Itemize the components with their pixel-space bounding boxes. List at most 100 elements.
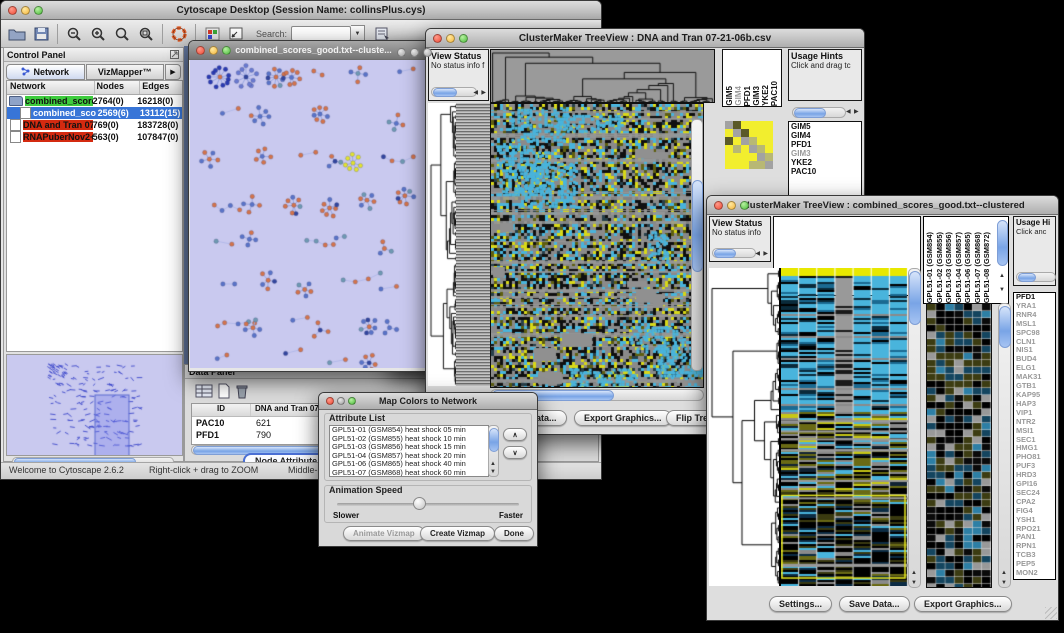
tab-more-button[interactable]: ▶ — [165, 64, 181, 80]
tv1-summary-matrix[interactable] — [725, 121, 773, 169]
scroll-down-icon[interactable]: ▼ — [1001, 579, 1007, 587]
move-up-button[interactable]: ∧ — [503, 428, 527, 441]
main-titlebar[interactable]: Cytoscape Desktop (Session Name: collins… — [1, 1, 601, 20]
close-icon[interactable] — [196, 46, 205, 55]
zoom-window-icon[interactable] — [34, 6, 43, 15]
tv1-gene-label[interactable]: GIM5 — [789, 122, 861, 131]
scroll-right-icon[interactable]: ▶ — [481, 89, 486, 97]
close-icon[interactable] — [433, 34, 442, 43]
network-row[interactable]: RNAPuberNov2+563(0)107847(0) — [7, 131, 182, 143]
close-icon[interactable] — [326, 397, 334, 405]
attribute-list-item[interactable]: GPL51-07 (GSM868) heat shock 60 min — [330, 469, 488, 477]
scroll-up-icon[interactable]: ▲ — [490, 460, 496, 468]
tv1-column-dendrogram[interactable] — [490, 49, 715, 103]
delete-attribute-icon[interactable] — [235, 383, 249, 404]
treeview2-titlebar[interactable]: ClusterMaker TreeView : combined_scores_… — [707, 196, 1058, 215]
scroll-up-icon[interactable]: ▲ — [1001, 569, 1007, 577]
tv1-gene-label[interactable]: GIM4 — [789, 131, 861, 140]
tv1-status-scrollbar[interactable] — [431, 87, 477, 97]
tv2-gene-list[interactable]: PFD1YRA1RNR4MSL1SPC98CLN1NIS1BUD4ELG1MAK… — [1013, 292, 1056, 580]
zoom-window-icon[interactable] — [740, 201, 749, 210]
tv2-labels-vscrollbar[interactable] — [997, 220, 1008, 266]
zoom-window-icon[interactable] — [459, 34, 468, 43]
tv2-export-graphics-button[interactable]: Export Graphics... — [914, 596, 1012, 612]
scroll-left-icon[interactable]: ◀ — [473, 89, 478, 97]
save-icon[interactable] — [29, 23, 53, 45]
scroll-up-icon[interactable]: ▲ — [911, 569, 917, 577]
zoom-window-icon[interactable] — [423, 48, 432, 57]
tv1-gene-label[interactable]: YKE2 — [789, 158, 861, 167]
speed-slider-track[interactable] — [337, 503, 519, 506]
open-folder-icon[interactable] — [5, 23, 29, 45]
scroll-right-icon[interactable]: ▶ — [854, 108, 859, 116]
network-overview-canvas[interactable] — [6, 354, 183, 456]
network-view-canvas[interactable] — [190, 60, 435, 368]
scroll-left-icon[interactable]: ◀ — [755, 250, 760, 258]
tv1-heatmap[interactable] — [490, 103, 704, 388]
minimize-icon[interactable] — [337, 397, 345, 405]
minimize-icon[interactable] — [727, 201, 736, 210]
done-button[interactable]: Done — [494, 526, 534, 541]
tv2-settings-button[interactable]: Settings... — [769, 596, 832, 612]
zoom-out-icon[interactable] — [62, 23, 86, 45]
treeview1-titlebar[interactable]: ClusterMaker TreeView : DNA and Tran 07-… — [426, 29, 864, 48]
network-row[interactable]: combined_scores2764(0)16218(0) — [7, 95, 182, 107]
zoom-window-icon[interactable] — [348, 397, 356, 405]
create-vizmap-button[interactable]: Create Vizmap — [420, 526, 495, 541]
scroll-down-icon[interactable]: ▼ — [911, 579, 917, 587]
tv1-row-dendrogram[interactable] — [428, 103, 456, 386]
tv2-heatmap-vscrollbar[interactable]: ▲ ▼ — [908, 268, 921, 588]
close-icon[interactable] — [8, 6, 17, 15]
tv2-gene-label[interactable]: MON2 — [1014, 569, 1055, 578]
tv1-gene-label[interactable]: PFD1 — [789, 140, 861, 149]
close-icon[interactable] — [397, 48, 406, 57]
search-input[interactable] — [291, 26, 351, 41]
attribute-select-icon[interactable] — [195, 383, 213, 404]
zoom-window-icon[interactable] — [222, 46, 231, 55]
window-controls[interactable] — [8, 6, 43, 15]
tv2-heatmap[interactable] — [779, 268, 908, 586]
close-icon[interactable] — [714, 201, 723, 210]
new-attribute-icon[interactable] — [217, 383, 231, 404]
tv1-export-graphics-button[interactable]: Export Graphics... — [574, 410, 672, 426]
tv1-gene-label[interactable]: PAC10 — [789, 167, 861, 176]
tab-network[interactable]: Network — [6, 64, 85, 80]
zoom-fit-icon[interactable] — [110, 23, 134, 45]
tv2-zoom-vscrollbar[interactable]: ▲ ▼ — [998, 303, 1011, 588]
help-lifesaver-icon[interactable] — [167, 23, 191, 45]
tv1-hints-scrollbar[interactable] — [792, 107, 846, 118]
tv2-hints-scrollbar[interactable] — [1016, 272, 1056, 282]
minimize-icon[interactable] — [21, 6, 30, 15]
tv1-gene-list[interactable]: GIM5GIM4PFD1GIM3YKE2PAC10 — [788, 121, 862, 201]
scroll-right-icon[interactable]: ▶ — [763, 250, 768, 258]
col-network[interactable]: Network — [7, 81, 95, 94]
col-edges[interactable]: Edges — [140, 81, 182, 94]
attribute-list-vscrollbar[interactable]: ▲ ▼ — [488, 425, 499, 477]
speed-slider-thumb[interactable] — [413, 497, 426, 510]
resize-grip[interactable] — [1045, 607, 1057, 619]
map-dialog-titlebar[interactable]: Map Colors to Network — [319, 393, 537, 410]
data-col-id[interactable]: ID — [192, 404, 251, 416]
scroll-down-icon[interactable]: ▼ — [490, 468, 496, 476]
minimize-icon[interactable] — [410, 48, 419, 57]
tv1-heatmap-vscrollbar[interactable] — [691, 119, 703, 371]
tv2-zoom-heatmap[interactable] — [926, 303, 992, 588]
minimize-icon[interactable] — [446, 34, 455, 43]
scroll-down-icon[interactable]: ▼ — [999, 286, 1005, 294]
zoom-selected-icon[interactable] — [134, 23, 158, 45]
attribute-list[interactable]: GPL51-01 (GSM854) heat shock 05 minGPL51… — [329, 425, 489, 477]
minimize-icon[interactable] — [209, 46, 218, 55]
float-panel-icon[interactable] — [170, 46, 179, 64]
col-nodes[interactable]: Nodes — [95, 81, 141, 94]
network-row[interactable]: combined_sco2569(6)13112(15) — [7, 107, 182, 119]
zoom-in-icon[interactable] — [86, 23, 110, 45]
network-row[interactable]: DNA and Tran 07769(0)183728(0) — [7, 119, 182, 131]
tab-vizmapper[interactable]: VizMapper™ — [86, 64, 165, 80]
move-down-button[interactable]: ∨ — [503, 446, 527, 459]
tv2-status-scrollbar[interactable] — [712, 248, 756, 258]
tv1-gene-label[interactable]: GIM3 — [789, 149, 861, 158]
animate-vizmap-button[interactable]: Animate Vizmap — [343, 526, 425, 541]
tv2-row-dendrogram[interactable] — [709, 268, 779, 586]
tv2-save-data-button[interactable]: Save Data... — [839, 596, 910, 612]
scroll-left-icon[interactable]: ◀ — [846, 108, 851, 116]
